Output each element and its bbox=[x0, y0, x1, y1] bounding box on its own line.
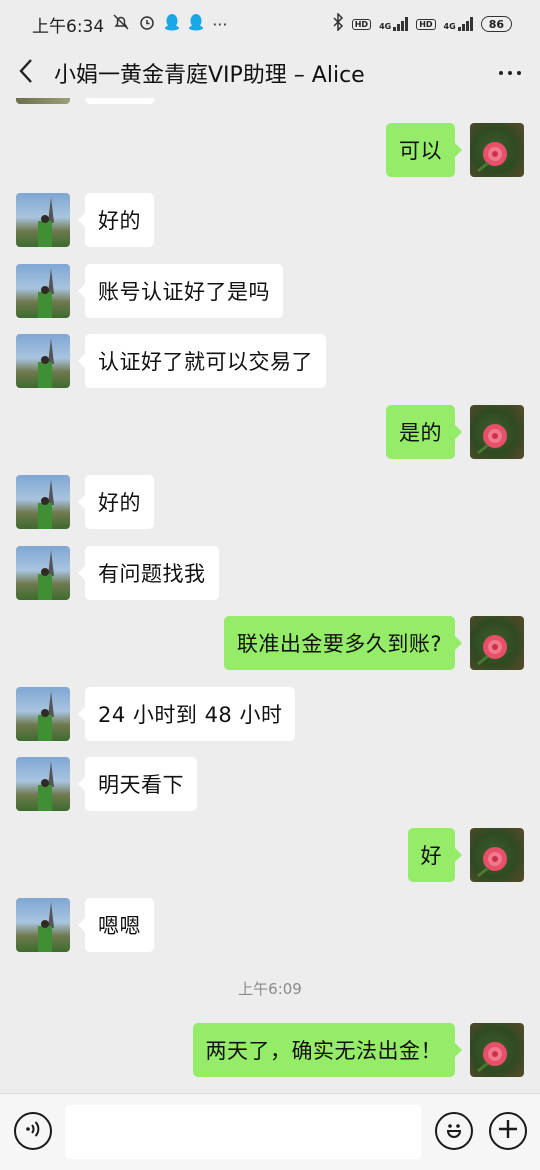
hd-badge: HD bbox=[416, 18, 436, 30]
input-bar bbox=[0, 1093, 540, 1170]
qq-icon bbox=[164, 13, 180, 36]
signal-icon: 4G bbox=[444, 17, 473, 31]
plus-button[interactable] bbox=[489, 1112, 527, 1150]
my-avatar[interactable] bbox=[470, 1023, 524, 1077]
voice-button[interactable] bbox=[14, 1112, 52, 1150]
message-bubble[interactable]: 认证好了就可以交易了 bbox=[78, 334, 326, 388]
message-incoming: 认证好了就可以交易了 bbox=[16, 334, 356, 388]
contact-avatar[interactable] bbox=[16, 193, 70, 247]
voice-icon bbox=[23, 1119, 43, 1143]
back-button[interactable] bbox=[0, 48, 52, 98]
message-input[interactable] bbox=[65, 1105, 421, 1159]
contact-avatar[interactable] bbox=[16, 475, 70, 529]
message-incoming: 账号认证好了是吗 bbox=[16, 264, 316, 318]
chat-header: 小娟一黄金青庭VIP助理 – Alice bbox=[0, 48, 540, 98]
bluetooth-icon bbox=[332, 12, 344, 35]
message-bubble[interactable]: 24 小时到 48 小时 bbox=[77, 687, 296, 741]
message-incoming: 好的 bbox=[16, 475, 216, 529]
contact-avatar[interactable] bbox=[16, 264, 70, 318]
message-bubble[interactable]: 好的 bbox=[78, 475, 154, 529]
hd-badge: HD bbox=[351, 18, 372, 30]
chevron-left-icon bbox=[18, 58, 34, 88]
battery-indicator: 86 bbox=[480, 16, 512, 32]
my-avatar[interactable] bbox=[470, 828, 524, 882]
emoji-button[interactable] bbox=[435, 1112, 473, 1150]
message-bubble[interactable]: 是的 bbox=[386, 405, 462, 459]
message-timestamp: 上午6:09 bbox=[238, 980, 302, 998]
message-bubble[interactable]: 明天看下 bbox=[78, 757, 197, 811]
message-bubble[interactable]: 好 bbox=[407, 828, 462, 882]
message-incoming: 嗯嗯 bbox=[16, 898, 216, 952]
mute-bell-icon bbox=[112, 13, 130, 35]
message-outgoing: 联准出金要多久到账? bbox=[194, 616, 524, 670]
my-avatar[interactable] bbox=[470, 616, 524, 670]
contact-avatar[interactable] bbox=[16, 687, 70, 741]
my-avatar[interactable] bbox=[470, 123, 524, 177]
message-bubble[interactable]: 两天了，确实无法出金！ bbox=[192, 1023, 462, 1077]
qq-icon bbox=[188, 13, 204, 36]
more-options-button[interactable] bbox=[480, 48, 540, 98]
alarm-icon bbox=[138, 13, 156, 35]
partial-avatar bbox=[16, 98, 70, 104]
message-bubble[interactable]: 好的 bbox=[78, 193, 154, 247]
contact-avatar[interactable] bbox=[16, 334, 70, 388]
message-outgoing: 可以 bbox=[324, 123, 524, 177]
message-outgoing: 是的 bbox=[324, 405, 524, 459]
contact-avatar[interactable] bbox=[16, 546, 70, 600]
message-incoming: 有问题找我 bbox=[16, 546, 256, 600]
contact-avatar[interactable] bbox=[16, 898, 70, 952]
more-dots-icon: ··· bbox=[212, 14, 228, 34]
message-bubble[interactable]: 可以 bbox=[386, 123, 462, 177]
plus-icon bbox=[497, 1118, 519, 1144]
message-outgoing: 两天了，确实无法出金！ bbox=[184, 1023, 524, 1077]
message-bubble[interactable]: 嗯嗯 bbox=[78, 898, 154, 952]
network-type: 4G bbox=[443, 22, 456, 31]
status-bar: 上午6:34 ··· HD 4G HD 4G 86 bbox=[0, 0, 540, 48]
message-bubble[interactable]: 账号认证好了是吗 bbox=[78, 264, 283, 318]
message-incoming: 好的 bbox=[16, 193, 216, 247]
contact-avatar[interactable] bbox=[16, 757, 70, 811]
message-list[interactable]: 可以 好的 账号认证好了是吗 认证好了就可以交易了 是的 好的 有问题找我 联准… bbox=[0, 98, 540, 1093]
network-type: 4G bbox=[379, 22, 392, 31]
my-avatar[interactable] bbox=[470, 405, 524, 459]
message-incoming: 明天看下 bbox=[16, 757, 256, 811]
more-horizontal-icon bbox=[499, 71, 521, 75]
message-bubble[interactable]: 有问题找我 bbox=[78, 546, 219, 600]
partial-message bbox=[86, 98, 154, 104]
chat-title: 小娟一黄金青庭VIP助理 – Alice bbox=[54, 63, 365, 88]
signal-icon: 4G bbox=[379, 17, 409, 31]
message-incoming: 24 小时到 48 小时 bbox=[16, 687, 316, 741]
emoji-icon bbox=[442, 1117, 466, 1145]
status-time: 上午6:34 bbox=[32, 16, 105, 37]
message-outgoing: 好 bbox=[324, 828, 524, 882]
message-bubble[interactable]: 联准出金要多久到账? bbox=[223, 616, 463, 670]
